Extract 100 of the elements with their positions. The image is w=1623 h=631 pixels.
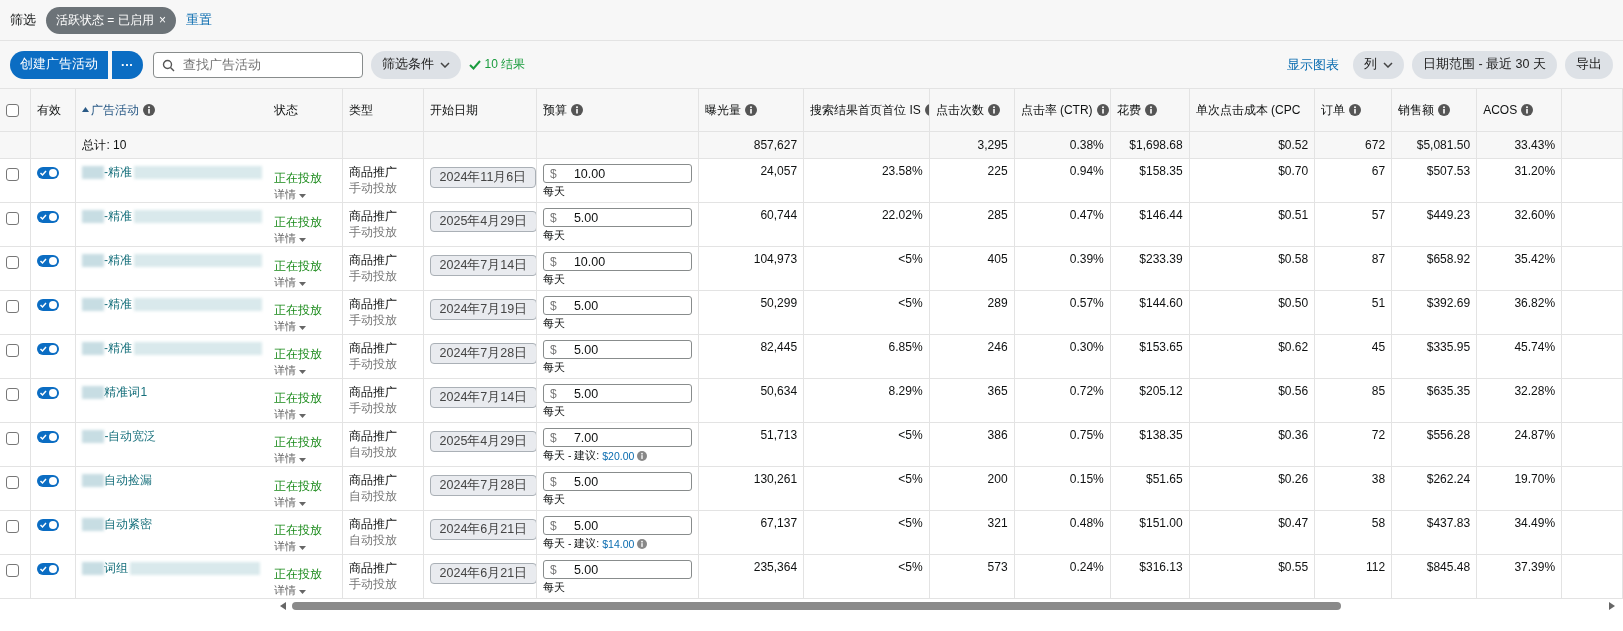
details-dropdown[interactable]: 详情 <box>274 363 336 378</box>
metric-cell: $335.95 <box>1426 340 1471 354</box>
campaign-name-link[interactable]: -精准 <box>104 340 133 357</box>
metric-cell: 0.39% <box>1069 252 1104 266</box>
suggested-budget-link[interactable]: $14.00 <box>602 538 635 550</box>
details-dropdown[interactable]: 详情 <box>274 231 336 246</box>
campaign-name-link[interactable]: -精准 <box>104 252 133 269</box>
start-date-field[interactable]: 2025年4月29日 <box>429 431 536 452</box>
metric-cell: <5% <box>898 472 923 486</box>
metric-cell: $205.12 <box>1139 384 1183 398</box>
metric-cell: 32.60% <box>1514 208 1556 222</box>
details-dropdown[interactable]: 详情 <box>274 187 336 202</box>
columns-button[interactable]: 列 <box>1353 50 1405 79</box>
start-date-field[interactable]: 2024年6月21日 <box>429 563 536 584</box>
metric-cell: 0.24% <box>1069 560 1104 574</box>
column-header[interactable]: 类型 <box>348 102 373 117</box>
budget-field[interactable]: $ 5.00 <box>542 208 692 227</box>
budget-field[interactable]: $ 10.00 <box>542 164 692 183</box>
campaign-name-link[interactable]: -精准 <box>104 296 133 313</box>
start-date-field[interactable]: 2024年11月6日 <box>429 167 536 188</box>
metric-cell: 23.58% <box>881 164 923 178</box>
column-header[interactable]: 点击次数 <box>935 102 984 117</box>
type-text: 商品推广 <box>348 560 398 577</box>
metric-cell: 104,973 <box>753 252 798 266</box>
start-date-field[interactable]: 2025年4月29日 <box>429 211 536 232</box>
metric-cell: 0.57% <box>1069 296 1104 310</box>
targeting-text: 手动投放 <box>348 313 398 328</box>
status-text: 正在投放 <box>274 170 324 187</box>
metric-cell: 57 <box>1371 208 1386 222</box>
metric-cell: 31.20% <box>1514 164 1556 178</box>
more-button[interactable]: ··· <box>112 50 143 79</box>
budget-field[interactable]: $ 5.00 <box>542 384 692 403</box>
show-chart-link[interactable]: 显示图表 <box>1287 55 1340 74</box>
targeting-text: 自动投放 <box>348 445 398 460</box>
metric-cell: 0.30% <box>1069 340 1104 354</box>
campaign-name-link[interactable]: 自动紧密 <box>104 516 153 533</box>
budget-field[interactable]: $ 5.00 <box>542 296 692 315</box>
total-label: 总计: 10 <box>82 137 127 152</box>
reset-link[interactable]: 重置 <box>186 11 213 29</box>
start-date-field[interactable]: 2024年7月19日 <box>429 299 536 320</box>
metric-cell: 82,445 <box>760 340 798 354</box>
details-dropdown[interactable]: 详情 <box>274 407 336 422</box>
details-dropdown[interactable]: 详情 <box>274 451 336 466</box>
start-date-field[interactable]: 2024年7月14日 <box>429 255 536 276</box>
metric-cell: <5% <box>898 560 923 574</box>
column-header[interactable]: 订单 <box>1321 102 1346 117</box>
column-header[interactable]: 预算 <box>542 102 567 117</box>
column-header[interactable]: 有效 <box>36 102 61 117</box>
start-date-field[interactable]: 2024年7月28日 <box>429 475 536 496</box>
campaign-name-link[interactable]: 词组 <box>104 560 129 577</box>
budget-field[interactable]: $ 7.00 <box>542 428 692 447</box>
metric-cell: 51,713 <box>760 428 798 442</box>
date-range-button[interactable]: 日期范围 - 最近 30 天 <box>1412 50 1557 79</box>
metric-cell: 246 <box>987 340 1008 354</box>
campaign-name-link[interactable]: -精准 <box>104 208 133 225</box>
details-dropdown[interactable]: 详情 <box>274 539 336 554</box>
budget-field[interactable]: $ 5.00 <box>542 560 692 579</box>
campaign-name-link[interactable]: 自动捡漏 <box>104 472 153 489</box>
budget-field[interactable]: $ 10.00 <box>542 252 692 271</box>
metric-cell: 34.49% <box>1514 516 1556 530</box>
targeting-text: 自动投放 <box>348 533 398 548</box>
column-header[interactable]: 状态 <box>274 102 299 117</box>
type-text: 商品推广 <box>348 164 398 181</box>
status-text: 正在投放 <box>274 478 324 495</box>
metric-cell: $153.65 <box>1139 340 1183 354</box>
total-cell: $5,081.50 <box>1416 138 1471 152</box>
column-header[interactable]: 花费 <box>1116 102 1141 117</box>
search-field[interactable]: 查找广告活动 <box>152 51 363 78</box>
filter-chip[interactable]: 活跃状态 = 已启用 × <box>46 6 177 34</box>
metric-cell: 289 <box>987 296 1008 310</box>
budget-field[interactable]: $ 5.00 <box>542 516 692 535</box>
start-date-field[interactable]: 2024年6月21日 <box>429 519 536 540</box>
details-dropdown[interactable]: 详情 <box>274 319 336 334</box>
export-button[interactable]: 导出 <box>1565 50 1613 79</box>
metric-cell: $635.35 <box>1426 384 1471 398</box>
create-campaign-button[interactable]: 创建广告活动 <box>10 50 108 79</box>
campaign-name-link[interactable]: 精准词1 <box>104 384 148 401</box>
campaign-name-link[interactable]: -自动宽泛 <box>104 428 157 445</box>
column-header[interactable]: 开始日期 <box>429 102 478 117</box>
start-date-field[interactable]: 2024年7月14日 <box>429 387 536 408</box>
metric-cell: $0.56 <box>1278 384 1309 398</box>
budget-field[interactable]: $ 5.00 <box>542 472 692 491</box>
targeting-text: 手动投放 <box>348 357 398 372</box>
type-text: 商品推广 <box>348 296 398 313</box>
targeting-text: 手动投放 <box>348 401 398 416</box>
metric-cell: 225 <box>987 164 1008 178</box>
status-text: 正在投放 <box>274 566 324 583</box>
details-dropdown[interactable]: 详情 <box>274 583 336 598</box>
column-header[interactable]: 销售额 <box>1398 102 1435 117</box>
suggested-budget-link[interactable]: $20.00 <box>602 450 635 462</box>
column-header[interactable]: 曝光量 <box>704 102 741 117</box>
total-cell: $0.52 <box>1278 138 1309 152</box>
column-header[interactable]: 广告活动 <box>91 102 140 117</box>
details-dropdown[interactable]: 详情 <box>274 495 336 510</box>
filter-dropdown-button[interactable]: 筛选条件 <box>370 50 461 79</box>
details-dropdown[interactable]: 详情 <box>274 275 336 290</box>
budget-field[interactable]: $ 5.00 <box>542 340 692 359</box>
campaign-name-link[interactable]: -精准 <box>104 164 133 181</box>
column-header[interactable]: ACOS <box>1483 103 1518 117</box>
start-date-field[interactable]: 2024年7月28日 <box>429 343 536 364</box>
